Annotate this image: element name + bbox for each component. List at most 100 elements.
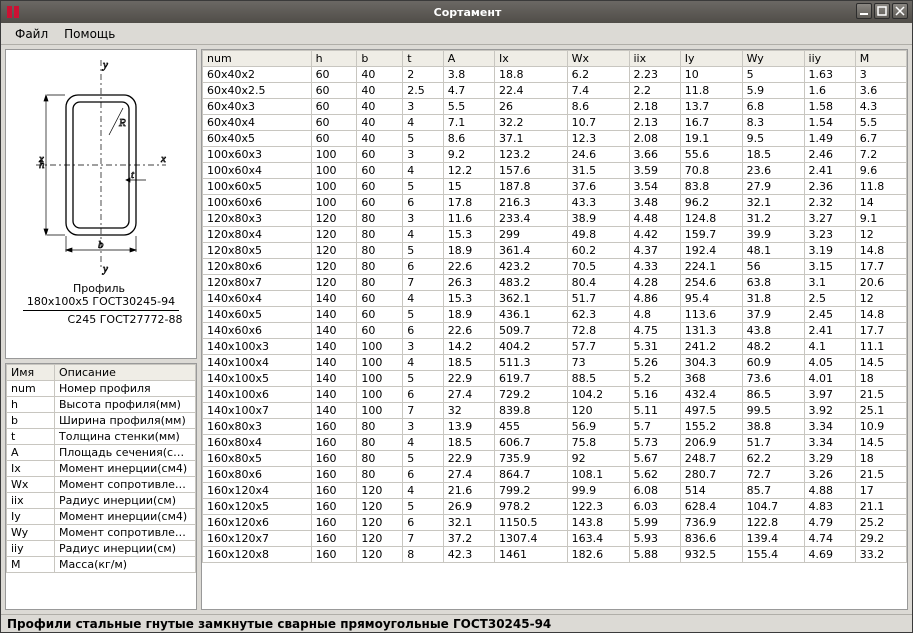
table-row[interactable]: 160x120x7160120737.21307.4163.45.93836.6… [203, 531, 907, 547]
legend-row[interactable]: tТолщина стенки(мм) [7, 429, 196, 445]
table-row[interactable]: 160x80x616080627.4864.7108.15.62280.772.… [203, 467, 907, 483]
table-cell: 120 [567, 403, 629, 419]
table-row[interactable]: 140x100x4140100418.5511.3735.26304.360.9… [203, 355, 907, 371]
legend-cell: Wy [7, 525, 55, 541]
table-cell: 160x80x6 [203, 467, 312, 483]
legend-row[interactable]: IyМомент инерции(см4) [7, 509, 196, 525]
table-cell: 4.74 [804, 531, 855, 547]
table-cell: 3.23 [804, 227, 855, 243]
table-cell: 17.7 [855, 323, 906, 339]
table-row[interactable]: 160x80x416080418.5606.775.85.73206.951.7… [203, 435, 907, 451]
table-row[interactable]: 160x120x8160120842.31461182.65.88932.515… [203, 547, 907, 563]
legend-row[interactable]: WyМомент сопротивле… [7, 525, 196, 541]
close-button[interactable] [892, 3, 908, 19]
table-cell: 233.4 [494, 211, 567, 227]
minimize-button[interactable] [856, 3, 872, 19]
table-cell: 4.42 [629, 227, 680, 243]
table-cell: 3.8 [443, 67, 494, 83]
table-cell: 192.4 [680, 243, 742, 259]
table-row[interactable]: 160x120x5160120526.9978.2122.36.03628.41… [203, 499, 907, 515]
table-cell: 6 [403, 467, 444, 483]
legend-row[interactable]: iiyРадиус инерции(см) [7, 541, 196, 557]
table-cell: 4.37 [629, 243, 680, 259]
legend-row[interactable]: iixРадиус инерции(см) [7, 493, 196, 509]
table-cell: 7.2 [855, 147, 906, 163]
column-header[interactable]: Wy [742, 51, 804, 67]
table-row[interactable]: 60x40x2604023.818.86.22.231051.633 [203, 67, 907, 83]
column-header[interactable]: A [443, 51, 494, 67]
table-cell: 120x80x3 [203, 211, 312, 227]
table-cell: 5 [742, 67, 804, 83]
legend-row[interactable]: WxМомент сопротивле… [7, 477, 196, 493]
table-row[interactable]: 120x80x512080518.9361.460.24.37192.448.1… [203, 243, 907, 259]
column-header[interactable]: M [855, 51, 906, 67]
maximize-button[interactable] [874, 3, 890, 19]
data-table[interactable]: numhbtAIxWxiixIyWyiiyM 60x40x2604023.818… [201, 49, 908, 610]
column-header[interactable]: b [357, 51, 403, 67]
column-header[interactable]: Iy [680, 51, 742, 67]
table-row[interactable]: 160x120x6160120632.11150.5143.85.99736.9… [203, 515, 907, 531]
table-row[interactable]: 140x60x514060518.9436.162.34.8113.637.92… [203, 307, 907, 323]
table-cell: 11.6 [443, 211, 494, 227]
table-row[interactable]: 140x100x5140100522.9619.788.55.236873.64… [203, 371, 907, 387]
legend-column-header[interactable]: Описание [55, 365, 196, 381]
table-cell: 799.2 [494, 483, 567, 499]
table-row[interactable]: 120x80x712080726.3483.280.44.28254.663.8… [203, 275, 907, 291]
column-header[interactable]: Wx [567, 51, 629, 67]
legend-row[interactable]: numНомер профиля [7, 381, 196, 397]
table-cell: 157.6 [494, 163, 567, 179]
column-header[interactable]: iix [629, 51, 680, 67]
legend-row[interactable]: bШирина профиля(мм) [7, 413, 196, 429]
menu-file[interactable]: Файл [7, 25, 56, 43]
legend-row[interactable]: AПлощадь сечения(с… [7, 445, 196, 461]
table-cell: 32.1 [443, 515, 494, 531]
table-row[interactable]: 100x60x31006039.2123.224.63.6655.618.52.… [203, 147, 907, 163]
table-row[interactable]: 140x60x414060415.3362.151.74.8695.431.82… [203, 291, 907, 307]
table-cell: 43.3 [567, 195, 629, 211]
table-cell: 5 [403, 371, 444, 387]
column-header[interactable]: h [311, 51, 357, 67]
column-header[interactable]: t [403, 51, 444, 67]
table-row[interactable]: 140x100x3140100314.2404.257.75.31241.248… [203, 339, 907, 355]
table-row[interactable]: 100x60x410060412.2157.631.53.5970.823.62… [203, 163, 907, 179]
table-row[interactable]: 100x60x610060617.8216.343.33.4896.232.12… [203, 195, 907, 211]
legend-row[interactable]: hВысота профиля(мм) [7, 397, 196, 413]
table-row[interactable]: 140x100x6140100627.4729.2104.25.16432.48… [203, 387, 907, 403]
table-cell: 368 [680, 371, 742, 387]
titlebar[interactable]: Сортамент [1, 1, 912, 23]
table-row[interactable]: 160x80x316080313.945556.95.7155.238.83.3… [203, 419, 907, 435]
table-row[interactable]: 60x40x2.560402.54.722.47.42.211.85.91.63… [203, 83, 907, 99]
table-row[interactable]: 160x80x516080522.9735.9925.67248.762.23.… [203, 451, 907, 467]
legend-column-header[interactable]: Имя [7, 365, 55, 381]
table-row[interactable]: 100x60x510060515187.837.63.5483.827.92.3… [203, 179, 907, 195]
table-cell: 1.6 [804, 83, 855, 99]
table-cell: 80 [357, 275, 403, 291]
legend-table[interactable]: ИмяОписание numНомер профиляhВысота проф… [5, 363, 197, 610]
table-row[interactable]: 60x40x3604035.5268.62.1813.76.81.584.3 [203, 99, 907, 115]
table-cell: 37.2 [443, 531, 494, 547]
table-cell: 80 [357, 435, 403, 451]
table-row[interactable]: 120x80x312080311.6233.438.94.48124.831.2… [203, 211, 907, 227]
table-cell: 304.3 [680, 355, 742, 371]
legend-row[interactable]: MМасса(кг/м) [7, 557, 196, 573]
table-cell: 80 [357, 419, 403, 435]
table-cell: 160x120x7 [203, 531, 312, 547]
column-header[interactable]: Ix [494, 51, 567, 67]
table-row[interactable]: 140x60x614060622.6509.772.84.75131.343.8… [203, 323, 907, 339]
table-cell: 5.5 [855, 115, 906, 131]
table-cell: 80 [357, 451, 403, 467]
table-row[interactable]: 120x80x612080622.6423.270.54.33224.1563.… [203, 259, 907, 275]
legend-row[interactable]: IxМомент инерции(см4) [7, 461, 196, 477]
table-cell: 7.4 [567, 83, 629, 99]
column-header[interactable]: num [203, 51, 312, 67]
table-cell: 619.7 [494, 371, 567, 387]
table-row[interactable]: 160x120x4160120421.6799.299.96.0851485.7… [203, 483, 907, 499]
table-row[interactable]: 140x100x7140100732839.81205.11497.599.53… [203, 403, 907, 419]
profile-bottom-line: С245 ГОСТ27772-88 [68, 311, 183, 326]
table-row[interactable]: 60x40x4604047.132.210.72.1316.78.31.545.… [203, 115, 907, 131]
menu-help[interactable]: Помощь [56, 25, 123, 43]
table-cell: 6.08 [629, 483, 680, 499]
column-header[interactable]: iiy [804, 51, 855, 67]
table-row[interactable]: 120x80x412080415.329949.84.42159.739.93.… [203, 227, 907, 243]
table-row[interactable]: 60x40x5604058.637.112.32.0819.19.51.496.… [203, 131, 907, 147]
